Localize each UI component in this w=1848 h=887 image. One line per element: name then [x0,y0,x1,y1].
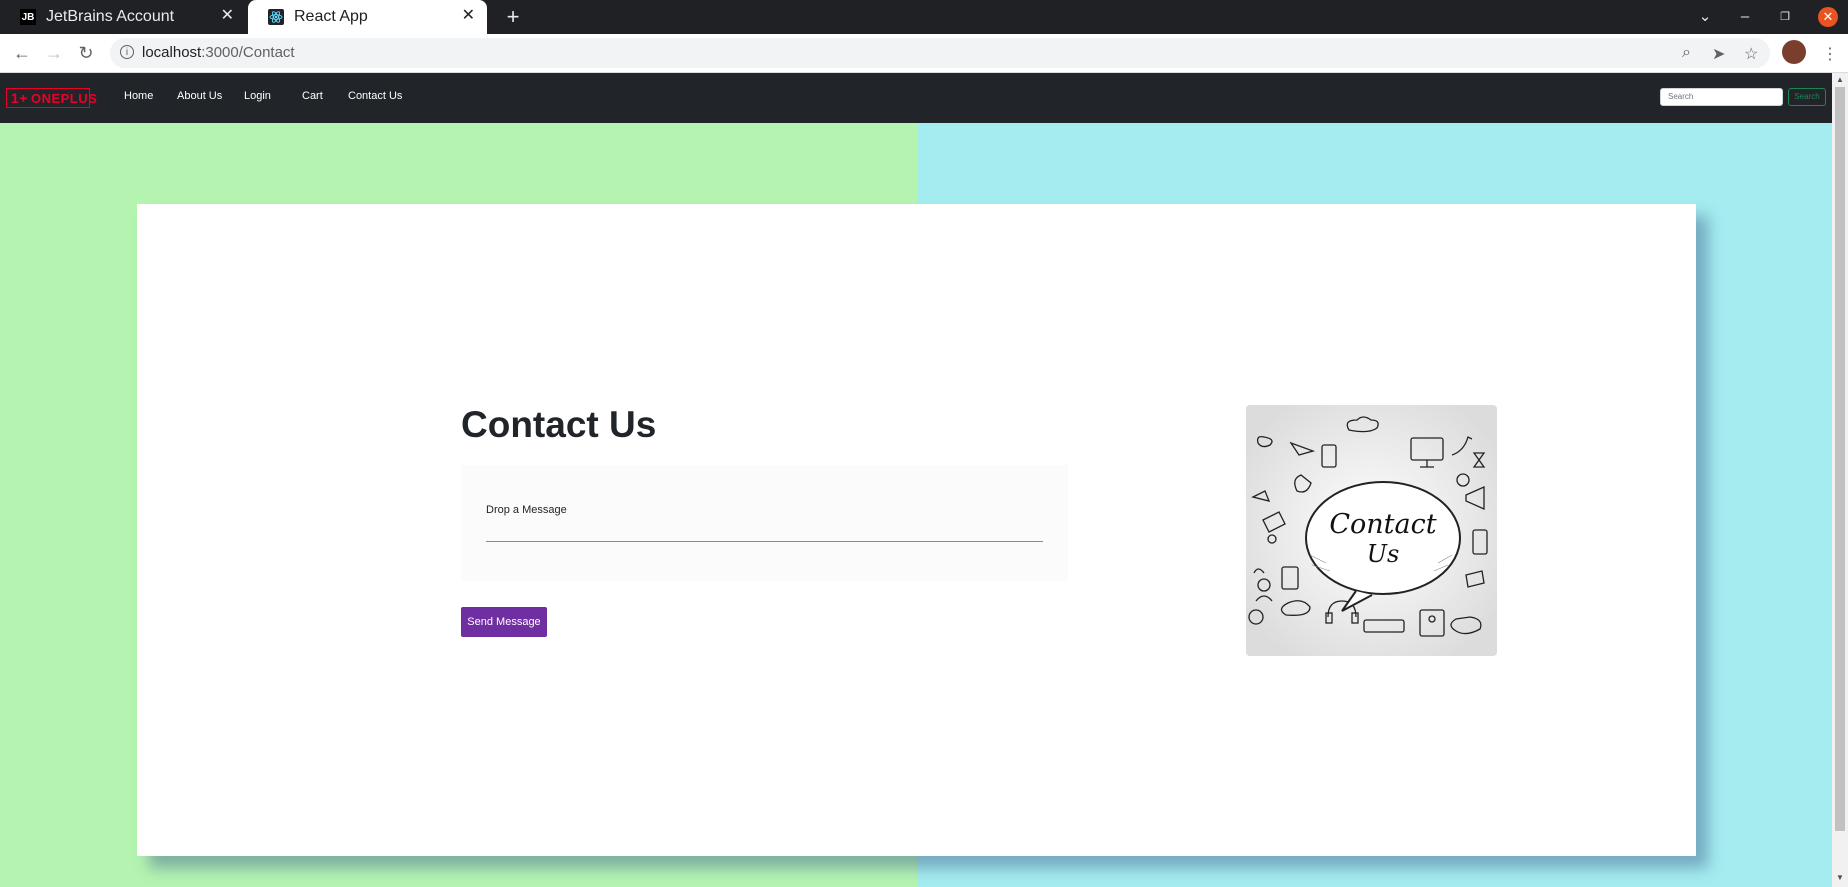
nav-cart[interactable]: Cart [302,90,323,102]
nav-contact-us[interactable]: Contact Us [348,90,402,102]
window-close-icon[interactable]: ✕ [1818,7,1838,27]
tab-title: JetBrains Account [46,8,175,25]
tab-title: React App [294,8,368,25]
url-text: localhost:3000/Contact [142,44,295,61]
info-icon[interactable]: i [120,45,134,59]
send-message-button[interactable]: Send Message [461,607,547,637]
browser-tab-strip: JB JetBrains Account ✕ React App ✕ + ⌄ –… [0,0,1848,34]
zoom-icon[interactable]: ⌕ [1682,44,1691,62]
illustration-text-us: Us [1367,540,1400,568]
oneplus-logo[interactable]: 1+ ONEPLUS [6,88,97,108]
reload-icon[interactable]: ↻ [72,40,100,66]
close-tab-icon[interactable]: ✕ [462,8,475,24]
minimize-icon[interactable]: – [1730,0,1760,34]
page-scrollbar[interactable]: ▲ ▼ [1832,73,1848,887]
tab-search-icon[interactable]: ⌄ [1690,0,1720,34]
address-bar[interactable]: i localhost:3000/Contact [110,38,1770,68]
restore-icon[interactable]: ❐ [1770,0,1800,34]
menu-icon[interactable]: ⋮ [1822,44,1838,64]
message-field[interactable] [461,465,1068,581]
back-icon[interactable]: ← [8,40,36,66]
nav-login[interactable]: Login [244,90,271,102]
close-tab-icon[interactable]: ✕ [221,8,234,24]
nav-home[interactable]: Home [124,90,153,102]
react-icon [268,9,284,25]
tab-jetbrains-account[interactable]: JB JetBrains Account ✕ [0,0,246,34]
scroll-down-icon[interactable]: ▼ [1836,873,1844,882]
illustration-text-contact: Contact [1329,509,1436,540]
forward-icon[interactable]: → [40,40,68,66]
bookmark-star-icon[interactable]: ☆ [1744,44,1758,64]
profile-avatar[interactable] [1782,40,1806,64]
contact-illustration: Contact Us [1246,405,1497,656]
browser-toolbar: ← → ↻ i localhost:3000/Contact ⌕ ➤ ☆ ⋮ [0,34,1848,73]
scrollbar-thumb[interactable] [1835,87,1845,831]
message-underline [486,541,1043,542]
message-label: Drop a Message [486,504,567,516]
page-title: Contact Us [461,404,657,445]
new-tab-icon[interactable]: + [500,4,526,30]
scroll-up-icon[interactable]: ▲ [1836,75,1844,84]
tab-react-app[interactable]: React App ✕ [248,0,487,34]
app-navbar: 1+ ONEPLUS Home About Us Login Cart Cont… [0,73,1832,123]
nav-about-us[interactable]: About Us [177,90,222,102]
search-input[interactable]: Search [1660,88,1783,106]
jetbrains-icon: JB [20,9,36,25]
search-button[interactable]: Search [1788,88,1826,106]
send-icon[interactable]: ➤ [1712,44,1725,64]
